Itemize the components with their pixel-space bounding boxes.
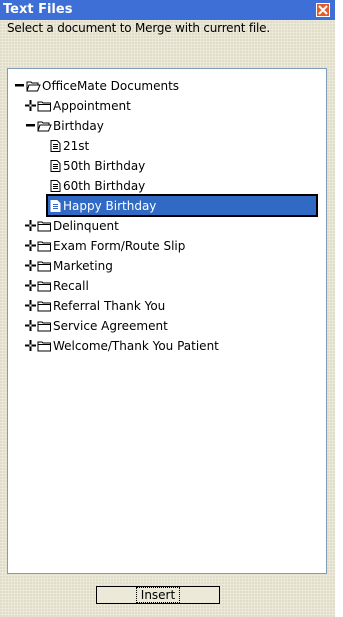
merge-prompt: Select a document to Merge with current … <box>7 21 270 35</box>
tree-node-recall[interactable]: Recall <box>25 276 89 295</box>
window-edge <box>335 0 343 617</box>
tree-node-service-agreement[interactable]: Service Agreement <box>25 316 168 335</box>
tree-doc-happy-birthday[interactable]: Happy Birthday <box>46 194 318 217</box>
folder-icon <box>37 300 52 312</box>
folder-icon <box>37 260 52 272</box>
tree-node-label: Birthday <box>53 118 104 133</box>
tree-node-referral-thank-you[interactable]: Referral Thank You <box>25 296 165 315</box>
folder-icon <box>37 100 52 112</box>
tree-node-birthday[interactable]: Birthday <box>25 116 104 135</box>
tree-node-label: 60th Birthday <box>63 178 146 193</box>
document-icon <box>50 159 61 172</box>
expand-plus-icon[interactable] <box>25 220 36 231</box>
tree-node-welcome-thank-you-patient[interactable]: Welcome/Thank You Patient <box>25 336 219 355</box>
tree-node-delinquent[interactable]: Delinquent <box>25 216 119 235</box>
tree-node-label: Service Agreement <box>53 318 168 333</box>
tree-node-marketing[interactable]: Marketing <box>25 256 113 275</box>
title-bar: Text Files <box>0 0 335 20</box>
insert-button[interactable]: Insert <box>96 586 220 604</box>
collapse-minus-icon[interactable] <box>14 80 25 91</box>
document-icon <box>50 199 61 212</box>
tree-doc-50th-birthday[interactable]: 50th Birthday <box>50 156 145 175</box>
window-title: Text Files <box>3 2 73 17</box>
folder-icon <box>37 220 52 232</box>
button-bar: Insert <box>0 578 335 617</box>
expand-plus-icon[interactable] <box>25 300 36 311</box>
folder-icon <box>37 240 52 252</box>
expand-plus-icon[interactable] <box>25 100 36 111</box>
document-icon <box>50 139 61 152</box>
open-folder-icon <box>26 80 41 92</box>
expand-plus-icon[interactable] <box>25 240 36 251</box>
close-icon <box>318 5 328 15</box>
expand-plus-icon[interactable] <box>25 280 36 291</box>
tree-node-label: Welcome/Thank You Patient <box>53 338 219 353</box>
tree-node-label: Referral Thank You <box>53 298 166 313</box>
close-button[interactable] <box>316 3 330 17</box>
tree-node-label: OfficeMate Documents <box>42 78 180 93</box>
document-icon <box>50 179 61 192</box>
tree-doc-21st[interactable]: 21st <box>50 136 89 155</box>
tree-node-label: Exam Form/Route Slip <box>53 238 186 253</box>
tree-node-appointment[interactable]: Appointment <box>25 96 131 115</box>
tree-node-exam-form-route-slip[interactable]: Exam Form/Route Slip <box>25 236 185 255</box>
document-tree[interactable]: OfficeMate Documents Appointment Birthda… <box>7 68 327 574</box>
folder-icon <box>37 340 52 352</box>
text-files-panel: Text Files Select a document to Merge wi… <box>0 0 335 617</box>
collapse-minus-icon[interactable] <box>25 120 36 131</box>
expand-plus-icon[interactable] <box>25 340 36 351</box>
insert-button-label: Insert <box>135 587 181 603</box>
tree-node-label: 21st <box>63 138 90 153</box>
expand-plus-icon[interactable] <box>25 320 36 331</box>
open-folder-icon <box>37 120 52 132</box>
tree-node-label: 50th Birthday <box>63 158 146 173</box>
folder-icon <box>37 280 52 292</box>
tree-doc-60th-birthday[interactable]: 60th Birthday <box>50 176 145 195</box>
folder-icon <box>37 320 52 332</box>
tree-node-officemate-documents[interactable]: OfficeMate Documents <box>14 76 179 95</box>
tree-node-label: Appointment <box>53 98 131 113</box>
tree-node-label: Happy Birthday <box>63 198 157 213</box>
tree-node-label: Delinquent <box>53 218 119 233</box>
tree-node-label: Recall <box>53 278 89 293</box>
expand-plus-icon[interactable] <box>25 260 36 271</box>
tree-node-label: Marketing <box>53 258 113 273</box>
